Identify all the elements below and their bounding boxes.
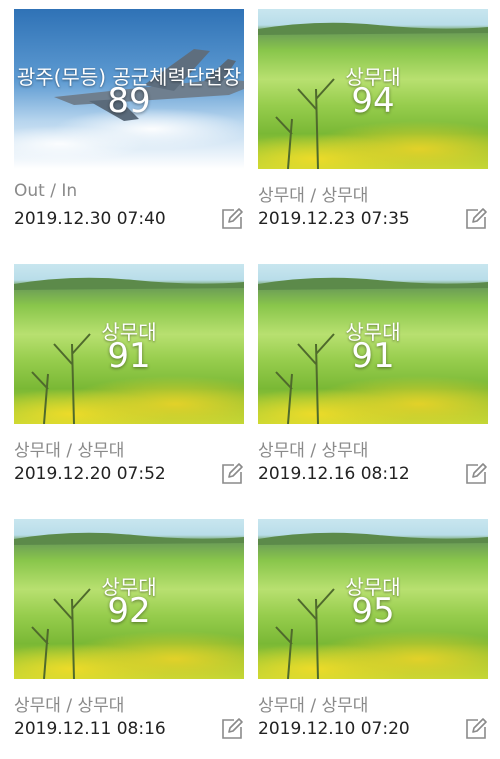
round-card[interactable]: 상무대 94 상무대 / 상무대 2019.12.23 07:35 — [258, 9, 488, 249]
course-name: Out / In — [14, 181, 78, 201]
edit-icon[interactable] — [464, 207, 488, 231]
edit-icon[interactable] — [220, 207, 244, 231]
course-thumbnail[interactable]: 상무대 92 — [14, 519, 244, 679]
edit-icon[interactable] — [464, 717, 488, 741]
course-thumbnail[interactable]: 광주(무등) 공군체력단련장 89 — [14, 9, 244, 169]
score-value: 89 — [107, 81, 151, 121]
score-value: 92 — [107, 591, 151, 631]
score-value: 91 — [107, 336, 151, 376]
score-value: 94 — [351, 81, 395, 121]
course-name: 상무대 / 상무대 — [258, 186, 369, 206]
course-name: 상무대 / 상무대 — [258, 696, 369, 716]
course-name: 상무대 / 상무대 — [14, 441, 125, 461]
round-date: 2019.12.16 08:12 — [258, 464, 410, 484]
scorecard-grid: 광주(무등) 공군체력단련장 89 Out / In 2019.12.30 07… — [0, 0, 500, 746]
course-thumbnail[interactable]: 상무대 91 — [258, 264, 488, 424]
round-date: 2019.12.30 07:40 — [14, 209, 166, 229]
round-card[interactable]: 상무대 91 상무대 / 상무대 2019.12.16 08:12 — [258, 264, 488, 504]
round-card[interactable]: 상무대 95 상무대 / 상무대 2019.12.10 07:20 — [258, 519, 488, 759]
edit-icon[interactable] — [464, 462, 488, 486]
round-card[interactable]: 광주(무등) 공군체력단련장 89 Out / In 2019.12.30 07… — [14, 9, 244, 249]
course-thumbnail[interactable]: 상무대 94 — [258, 9, 488, 169]
round-date: 2019.12.20 07:52 — [14, 464, 166, 484]
round-card[interactable]: 상무대 91 상무대 / 상무대 2019.12.20 07:52 — [14, 264, 244, 504]
round-card[interactable]: 상무대 92 상무대 / 상무대 2019.12.11 08:16 — [14, 519, 244, 759]
edit-icon[interactable] — [220, 717, 244, 741]
course-name: 상무대 / 상무대 — [14, 696, 125, 716]
course-thumbnail[interactable]: 상무대 91 — [14, 264, 244, 424]
round-date: 2019.12.10 07:20 — [258, 719, 410, 739]
round-date: 2019.12.23 07:35 — [258, 209, 410, 229]
score-value: 91 — [351, 336, 395, 376]
course-thumbnail[interactable]: 상무대 95 — [258, 519, 488, 679]
course-name: 상무대 / 상무대 — [258, 441, 369, 461]
round-date: 2019.12.11 08:16 — [14, 719, 166, 739]
edit-icon[interactable] — [220, 462, 244, 486]
score-value: 95 — [351, 591, 395, 631]
